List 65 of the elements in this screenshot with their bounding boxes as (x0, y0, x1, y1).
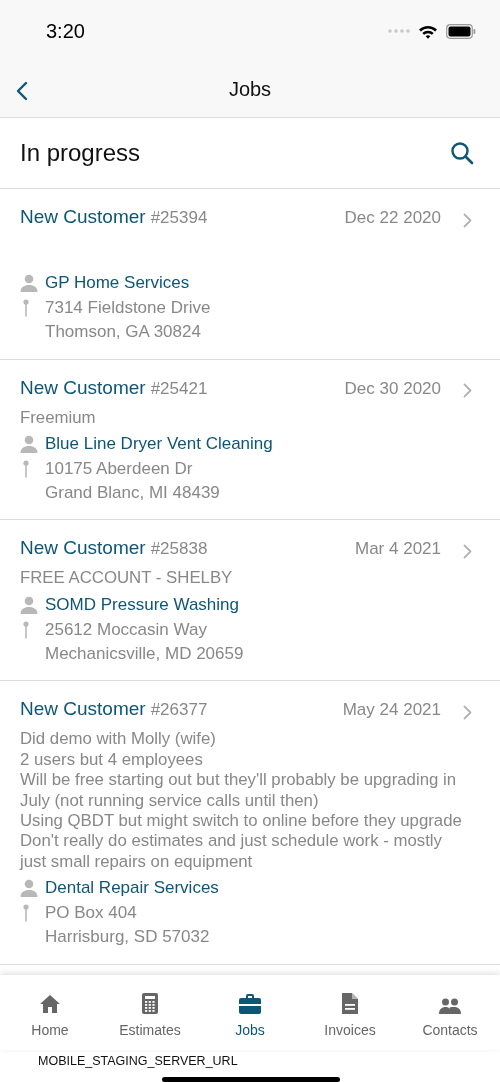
address-line: 7314 Fieldstone Drive (45, 297, 211, 318)
person-icon (20, 274, 38, 293)
job-row[interactable]: New Customer #25838 Mar 4 2021 FREE ACCOUNT - SHELBY SOMD Pressure Washing 25612 Moccasin Way Mechanicsville, MD 20659 (0, 520, 500, 682)
address-line: Mechanicsville, MD 20659 (45, 644, 244, 665)
job-date: Dec 22 2020 (344, 208, 441, 228)
pin-icon (23, 903, 29, 922)
job-date: May 24 2021 (342, 700, 441, 721)
address-line: PO Box 404 (45, 902, 137, 923)
chevron-icon (463, 212, 472, 228)
job-number: #25838 (150, 539, 208, 560)
person-icon (20, 879, 38, 898)
job-note: Freemium (20, 407, 97, 428)
address-line: 25612 Moccasin Way (45, 619, 207, 640)
pin-icon (23, 298, 29, 317)
job-note: Don't really do estimates and just schedule work - mostly just small repairs on equipment (20, 831, 443, 873)
job-name: New Customer (20, 206, 146, 228)
search-button[interactable] (450, 141, 474, 165)
job-number: #26377 (150, 700, 208, 721)
job-date: Mar 4 2021 (355, 539, 441, 560)
pin-icon (23, 620, 29, 639)
pin-icon (23, 459, 29, 478)
customer-link[interactable]: GP Home Services (45, 273, 190, 294)
home-icon (39, 994, 61, 1014)
tab[interactable]: Estimates (100, 975, 200, 1050)
address-line: Grand Blanc, MI 48439 (45, 483, 220, 504)
customer-link[interactable]: Blue Line Dryer Vent Cleaning (45, 434, 273, 455)
job-note: Did demo with Molly (wife) (20, 729, 217, 750)
tab[interactable]: Home (0, 975, 100, 1050)
job-number: #25421 (150, 378, 208, 399)
briefcase-icon (239, 994, 261, 1014)
customer-link[interactable]: SOMD Pressure Washing (45, 595, 239, 616)
calculator-icon (142, 993, 158, 1014)
address-line: Harrisburg, SD 57032 (45, 927, 210, 948)
chevron-icon (463, 383, 472, 398)
address-line: Thomson, GA 30824 (45, 322, 201, 343)
job-note: FREE ACCOUNT - SHELBY (20, 568, 234, 589)
back-button[interactable] (14, 79, 30, 103)
job-number: #25394 (150, 208, 208, 228)
job-note: Will be free starting out but they'll probably be upgrading in July (not running service calls until then) (20, 770, 458, 811)
person-icon (20, 435, 38, 454)
nav-title: Jobs (228, 78, 272, 101)
job-row[interactable]: New Customer #25394 Dec 22 2020 GP Home Services 7314 Fieldstone Drive Thomson, GA 30824 (0, 189, 500, 360)
job-name: New Customer (20, 376, 146, 399)
server-label: MOBILE_STAGING_SERVER_URL (38, 1054, 238, 1068)
customer-link[interactable]: Dental Repair Services (45, 878, 219, 899)
people-icon (439, 998, 461, 1014)
tab[interactable]: Jobs (200, 975, 300, 1050)
status-time: 3:20 (46, 19, 85, 43)
job-name: New Customer (20, 698, 146, 721)
section-title: In progress (20, 139, 141, 167)
job-name: New Customer (20, 537, 146, 560)
job-date: Dec 30 2020 (344, 378, 441, 399)
tab[interactable]: Invoices (300, 975, 400, 1050)
chevron-icon (463, 543, 472, 559)
tab[interactable]: Contacts (400, 975, 500, 1050)
wifi-icon (418, 23, 438, 39)
address-line: 10175 Aberdeen Dr (45, 458, 193, 479)
person-icon (20, 596, 38, 615)
job-note: Using QBDT but might switch to online before they upgrade (20, 810, 463, 832)
signal-icon (388, 29, 410, 33)
job-row[interactable]: New Customer #25421 Dec 30 2020 Freemium Blue Line Dryer Vent Cleaning 10175 Aberdeen Dr Grand Blanc, MI 48439 (0, 359, 500, 521)
battery-icon (446, 23, 476, 39)
document-icon (342, 993, 358, 1014)
job-note: 2 users but 4 employees (20, 749, 204, 771)
chevron-icon (463, 704, 472, 720)
